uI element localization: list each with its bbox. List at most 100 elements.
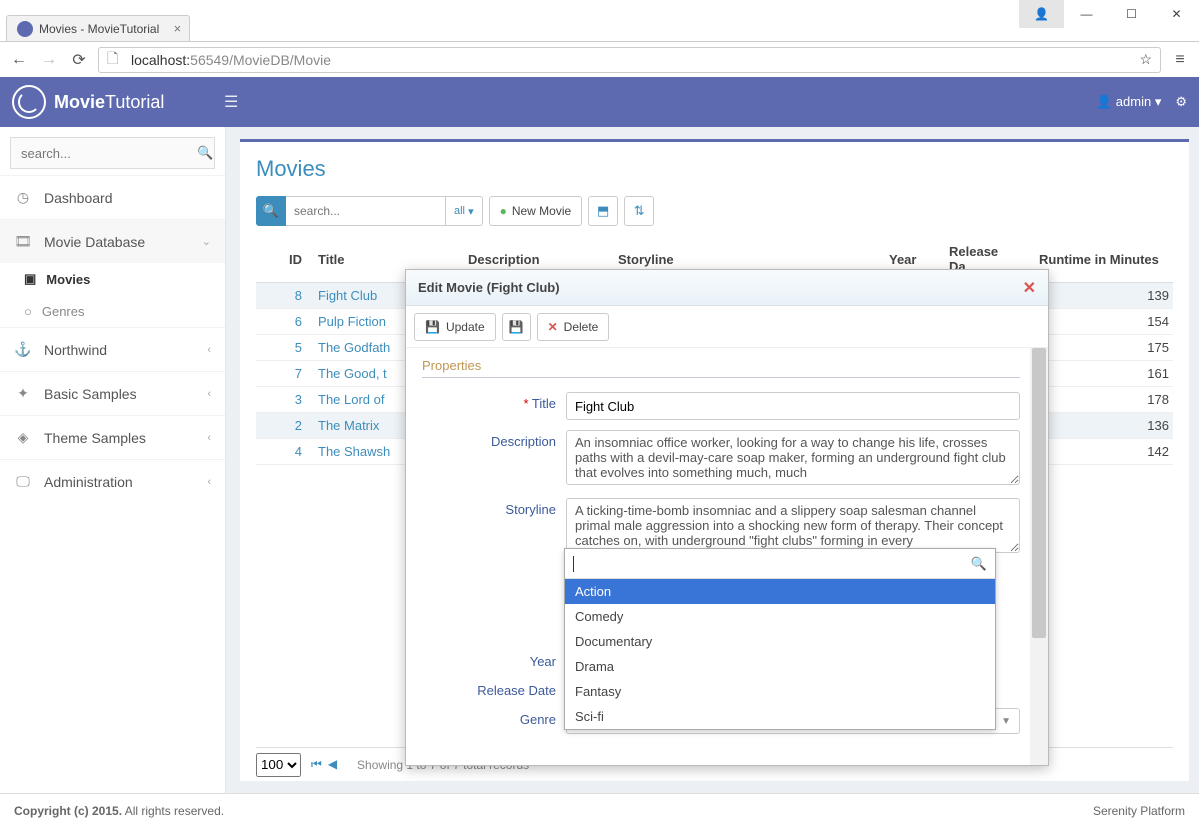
sidebar: 🔍 ◷Dashboard 🎞 Movie Database ⌄ ▣ Movies ○ Genr…	[0, 127, 226, 793]
chevron-icon: ⌄	[202, 235, 211, 248]
search-icon: 🔍	[971, 556, 987, 572]
chevron-icon: ‹	[207, 432, 211, 444]
url-host: localhost:	[131, 52, 190, 68]
pager-first-icon[interactable]: ⏮	[311, 757, 322, 772]
sidebar-sub-movies[interactable]: ▣ Movies	[0, 263, 225, 295]
grid-search-input[interactable]	[286, 196, 446, 226]
dropdown-option[interactable]: Comedy	[565, 604, 995, 629]
sidebar-item-label: Dashboard	[44, 190, 113, 206]
window-user-icon: 👤	[1019, 0, 1064, 28]
dropdown-option[interactable]: Sci-fi	[565, 704, 995, 729]
new-movie-button[interactable]: ●New Movie	[489, 196, 583, 226]
plus-icon: ●	[500, 204, 507, 218]
sidebar-item-label: Movie Database	[44, 234, 145, 250]
chevron-icon: ‹	[207, 388, 211, 400]
user-name: admin	[1116, 94, 1151, 109]
delete-button[interactable]: ✕Delete	[537, 313, 610, 341]
title-input[interactable]	[566, 392, 1020, 420]
bookmark-star-icon[interactable]: ☆	[1139, 51, 1152, 68]
sidebar-item-northwind[interactable]: ⚓ Northwind ‹	[0, 327, 225, 371]
chevron-icon: ‹	[207, 344, 211, 356]
page-size-select[interactable]: 100	[256, 753, 301, 777]
sub-icon: ▣	[24, 271, 36, 287]
year-label: Year	[422, 650, 566, 669]
grid-search-scope[interactable]: all ▾	[446, 196, 483, 226]
genre-dropdown: 🔍 ActionComedyDocumentaryDramaFantasySci…	[564, 548, 996, 730]
update-button[interactable]: 💾Update	[414, 313, 496, 341]
sidebar-item-movie-database[interactable]: 🎞 Movie Database ⌄	[0, 219, 225, 263]
browser-menu-icon[interactable]: ≡	[1169, 51, 1191, 69]
col-id[interactable]: ID	[256, 236, 312, 283]
sub-icon: ○	[24, 304, 32, 319]
storyline-label: Storyline	[422, 498, 566, 556]
footer-rights: All rights reserved.	[122, 804, 224, 818]
grid-search: 🔍 all ▾	[256, 196, 483, 226]
desktop-icon: 🖵	[14, 473, 32, 490]
nav-reload-icon[interactable]: ⟳	[68, 50, 90, 70]
sidebar-item-dashboard[interactable]: ◷Dashboard	[0, 175, 225, 219]
tab-title: Movies - MovieTutorial	[39, 22, 159, 36]
sidebar-item-label: Administration	[44, 474, 133, 490]
sidebar-item-administration[interactable]: 🖵 Administration ‹	[0, 459, 225, 503]
dialog-close-icon[interactable]: ✕	[1023, 278, 1036, 298]
description-label: Description	[422, 430, 566, 488]
window-controls: 👤 — ☐ ✕	[1019, 0, 1199, 28]
film-icon: 🎞	[14, 233, 32, 250]
browser-tab[interactable]: Movies - MovieTutorial ×	[6, 15, 190, 41]
footer-copyright: Copyright (c) 2015.	[14, 804, 122, 818]
dropdown-option[interactable]: Drama	[565, 654, 995, 679]
wand-icon: ✦	[14, 385, 32, 402]
logo-icon	[12, 85, 46, 119]
page-title: Movies	[256, 156, 1173, 182]
dialog-titlebar[interactable]: Edit Movie (Fight Club) ✕	[406, 270, 1048, 306]
diamond-icon: ◈	[14, 429, 32, 446]
sidebar-item-theme-samples[interactable]: ◈ Theme Samples ‹	[0, 415, 225, 459]
chevron-icon: ‹	[207, 476, 211, 488]
sidebar-search[interactable]: 🔍	[10, 137, 215, 169]
user-menu[interactable]: 👤 admin ▾	[1096, 94, 1161, 110]
footer-platform: Serenity Platform	[1093, 804, 1185, 818]
properties-section-header: Properties	[422, 358, 1020, 378]
dialog-scrollbar[interactable]	[1030, 348, 1048, 765]
grid-toolbar: 🔍 all ▾ ●New Movie ⬒ ⇅	[256, 196, 1173, 226]
app-footer: Copyright (c) 2015. All rights reserved.…	[0, 793, 1199, 827]
dropdown-option[interactable]: Action	[565, 579, 995, 604]
anchor-icon: ⚓	[14, 341, 32, 358]
export-excel-icon[interactable]: ⬒	[588, 196, 618, 226]
sidebar-sub-label: Genres	[42, 304, 85, 319]
sidebar-item-label: Northwind	[44, 342, 107, 358]
window-close[interactable]: ✕	[1154, 0, 1199, 28]
sidebar-sub-label: Movies	[46, 272, 90, 287]
url-path: /MovieDB/Movie	[229, 52, 331, 68]
window-minimize[interactable]: —	[1064, 0, 1109, 28]
logo-text: MovieTutorial	[54, 92, 164, 113]
sidebar-toggle-icon[interactable]: ☰	[224, 92, 238, 112]
dropdown-option[interactable]: Fantasy	[565, 679, 995, 704]
window-maximize[interactable]: ☐	[1109, 0, 1154, 28]
sidebar-item-label: Basic Samples	[44, 386, 137, 402]
nav-forward-icon[interactable]: →	[38, 51, 60, 69]
release-date-label: Release Date	[422, 679, 566, 698]
sidebar-sub-genres[interactable]: ○ Genres	[0, 295, 225, 327]
description-input[interactable]: An insomniac office worker, looking for …	[566, 430, 1020, 485]
nav-back-icon[interactable]: ←	[8, 51, 30, 69]
search-button-icon[interactable]: 🔍	[256, 196, 286, 226]
dropdown-search-input[interactable]	[574, 556, 971, 571]
page-icon: 🗋	[107, 48, 125, 72]
export-pdf-icon[interactable]: ⇅	[624, 196, 654, 226]
browser-address-bar: ← → ⟳ 🗋 localhost:56549/MovieDB/Movie ☆ …	[0, 41, 1199, 77]
apply-button[interactable]: 💾	[502, 313, 531, 341]
sidebar-search-input[interactable]	[21, 146, 197, 161]
sidebar-item-label: Theme Samples	[44, 430, 146, 446]
sidebar-item-basic-samples[interactable]: ✦ Basic Samples ‹	[0, 371, 225, 415]
storyline-input[interactable]: A ticking-time-bomb insomniac and a slip…	[566, 498, 1020, 553]
settings-gears-icon[interactable]: ⚙	[1175, 94, 1187, 110]
pager-prev-icon[interactable]: ◀	[328, 757, 337, 772]
url-field[interactable]: 🗋 localhost:56549/MovieDB/Movie ☆	[98, 47, 1161, 73]
dropdown-search[interactable]: 🔍	[565, 549, 995, 579]
dropdown-option[interactable]: Documentary	[565, 629, 995, 654]
dialog-title: Edit Movie (Fight Club)	[418, 280, 560, 295]
tab-close-icon[interactable]: ×	[174, 21, 182, 36]
app-header: MovieTutorial ☰ 👤 admin ▾ ⚙	[0, 77, 1199, 127]
col-runtime[interactable]: Runtime in Minutes	[1033, 236, 1173, 283]
